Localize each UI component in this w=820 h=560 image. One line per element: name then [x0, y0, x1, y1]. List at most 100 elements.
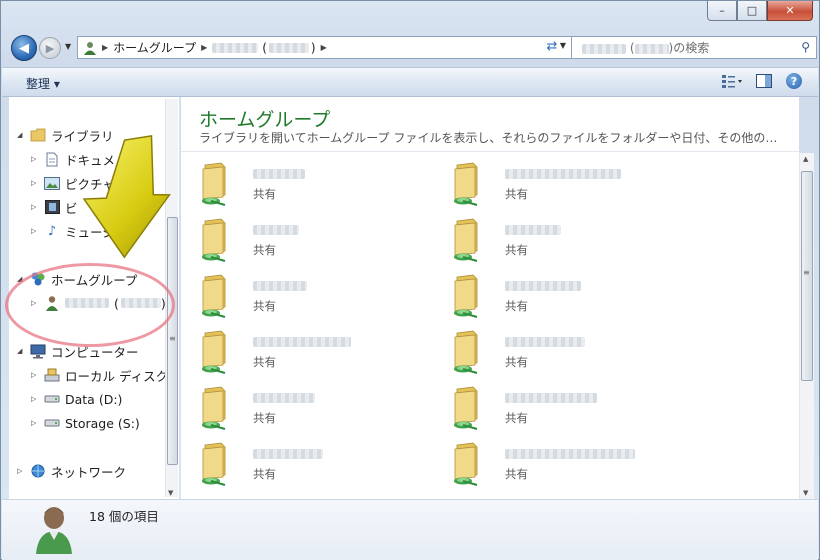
sidebar-item-data-drive[interactable]: ▷ Data (D:)	[31, 389, 122, 409]
refresh-icon[interactable]: ⇄	[541, 36, 563, 57]
expand-closed-icon[interactable]: ▷	[31, 155, 41, 163]
sidebar-item-label: Data (D:)	[65, 391, 123, 407]
shared-folder-icon	[199, 217, 233, 263]
shared-folder-icon	[199, 441, 233, 487]
scroll-down-icon[interactable]: ▼	[168, 489, 173, 497]
library-name-redacted	[505, 393, 597, 403]
library-tile[interactable]: 共有	[451, 329, 671, 377]
address-separator-icon[interactable]: ▶	[321, 43, 327, 52]
expand-closed-icon[interactable]: ▷	[31, 419, 41, 427]
shared-folder-icon	[451, 385, 485, 431]
sidebar-item-local-disk[interactable]: ▷ ローカル ディスク	[31, 365, 168, 385]
library-name-redacted	[253, 169, 305, 179]
maximize-button[interactable]: □	[737, 1, 767, 21]
scroll-grip-icon: ≡	[803, 268, 810, 277]
search-placeholder: ()の検索	[582, 39, 709, 56]
organize-button[interactable]: 整理 ▾	[26, 75, 60, 92]
expand-open-icon[interactable]: ◢	[17, 347, 27, 355]
shared-folder-icon	[451, 329, 485, 375]
picture-icon	[43, 175, 61, 191]
network-icon	[29, 463, 47, 479]
drive-icon	[43, 415, 61, 431]
share-status: 共有	[505, 355, 528, 369]
forward-button[interactable]: ▶	[39, 37, 61, 59]
music-icon: ♪	[47, 223, 57, 239]
library-tile[interactable]: 共有	[199, 385, 419, 433]
scroll-down-icon[interactable]: ▼	[803, 489, 808, 497]
library-icon	[29, 127, 47, 143]
library-tile[interactable]: 共有	[199, 273, 419, 321]
shared-folder-icon	[451, 273, 485, 319]
history-dropdown-icon[interactable]: ▼	[65, 42, 71, 51]
expand-closed-icon[interactable]: ▷	[31, 179, 41, 187]
address-paren-close: )	[310, 40, 316, 55]
share-status: 共有	[253, 187, 276, 201]
preview-pane-icon[interactable]	[754, 72, 774, 90]
address-user-redacted[interactable]	[212, 42, 259, 53]
local-disk-icon	[43, 367, 61, 383]
close-button[interactable]: ✕	[767, 1, 813, 21]
expand-open-icon[interactable]: ◢	[17, 131, 27, 139]
address-bar[interactable]: ▶ ホームグループ ▶ ( ) ▶ ▼	[77, 36, 573, 59]
item-count: 18 個の項目	[89, 509, 159, 524]
user-avatar-icon	[32, 504, 76, 554]
search-input[interactable]: ()の検索 ⚲	[571, 36, 817, 59]
address-homegroup-icon	[83, 41, 97, 55]
navigation-row: ◀ ▶ ▼ ▶ ホームグループ ▶ ( ) ▶ ▼ ⇄ ()の検索 ⚲	[9, 33, 817, 61]
divider	[181, 151, 799, 152]
library-tile[interactable]: 共有	[199, 441, 419, 489]
share-status: 共有	[253, 355, 276, 369]
library-name-redacted	[253, 337, 351, 347]
library-tile[interactable]: 共有	[451, 273, 671, 321]
drive-icon	[43, 391, 61, 407]
search-icon[interactable]: ⚲	[801, 40, 810, 54]
library-tile[interactable]: 共有	[199, 329, 419, 377]
page-description[interactable]: ライブラリを開いてホームグループ ファイルを表示し、それらのファイルをフォルダー…	[199, 129, 799, 146]
address-separator-icon[interactable]: ▶	[102, 43, 108, 52]
library-name-redacted	[505, 225, 561, 235]
library-name-redacted	[505, 337, 585, 347]
shared-folder-icon	[199, 273, 233, 319]
library-name-redacted	[253, 449, 323, 459]
scroll-up-icon[interactable]: ▲	[803, 155, 808, 163]
page-title: ホームグループ	[199, 109, 331, 131]
shared-folder-icon	[199, 329, 233, 375]
sidebar-item-network[interactable]: ▷ ネットワーク	[17, 461, 126, 481]
share-status: 共有	[253, 411, 276, 425]
address-separator-icon[interactable]: ▶	[201, 43, 207, 52]
shared-folder-icon	[451, 441, 485, 487]
video-icon	[43, 199, 61, 215]
shared-folder-icon	[199, 161, 233, 207]
address-root[interactable]: ホームグループ	[113, 39, 196, 56]
view-options-icon[interactable]	[722, 72, 742, 90]
address-paren-open: (	[262, 40, 267, 55]
library-tile[interactable]: 共有	[451, 161, 671, 209]
expand-closed-icon[interactable]: ▷	[31, 395, 41, 403]
expand-closed-icon[interactable]: ▷	[17, 467, 27, 475]
content-scrollbar[interactable]: ▲ ≡ ▼	[799, 153, 814, 499]
share-status: 共有	[505, 299, 528, 313]
shared-folder-icon	[199, 385, 233, 431]
library-tile[interactable]: 共有	[451, 441, 671, 489]
library-name-redacted	[253, 225, 299, 235]
library-tile[interactable]: 共有	[451, 385, 671, 433]
library-tile[interactable]: 共有	[451, 217, 671, 265]
library-name-redacted	[505, 449, 635, 459]
expand-closed-icon[interactable]: ▷	[31, 227, 41, 235]
help-icon[interactable]: ?	[786, 73, 802, 89]
back-button[interactable]: ◀	[11, 35, 37, 61]
minimize-button[interactable]: –	[707, 1, 737, 21]
annotation-arrow-icon	[82, 134, 171, 259]
sidebar-item-label: Storage (S:)	[65, 415, 140, 431]
library-tile[interactable]: 共有	[199, 217, 419, 265]
shared-folder-icon	[451, 217, 485, 263]
share-status: 共有	[253, 467, 276, 481]
sidebar-item-storage-drive[interactable]: ▷ Storage (S:)	[31, 413, 140, 433]
share-status: 共有	[253, 243, 276, 257]
library-tile[interactable]: 共有	[199, 161, 419, 209]
share-status: 共有	[505, 243, 528, 257]
expand-closed-icon[interactable]: ▷	[31, 371, 41, 379]
share-status: 共有	[505, 411, 528, 425]
expand-closed-icon[interactable]: ▷	[31, 203, 41, 211]
toolbar-right: ?	[722, 72, 802, 90]
